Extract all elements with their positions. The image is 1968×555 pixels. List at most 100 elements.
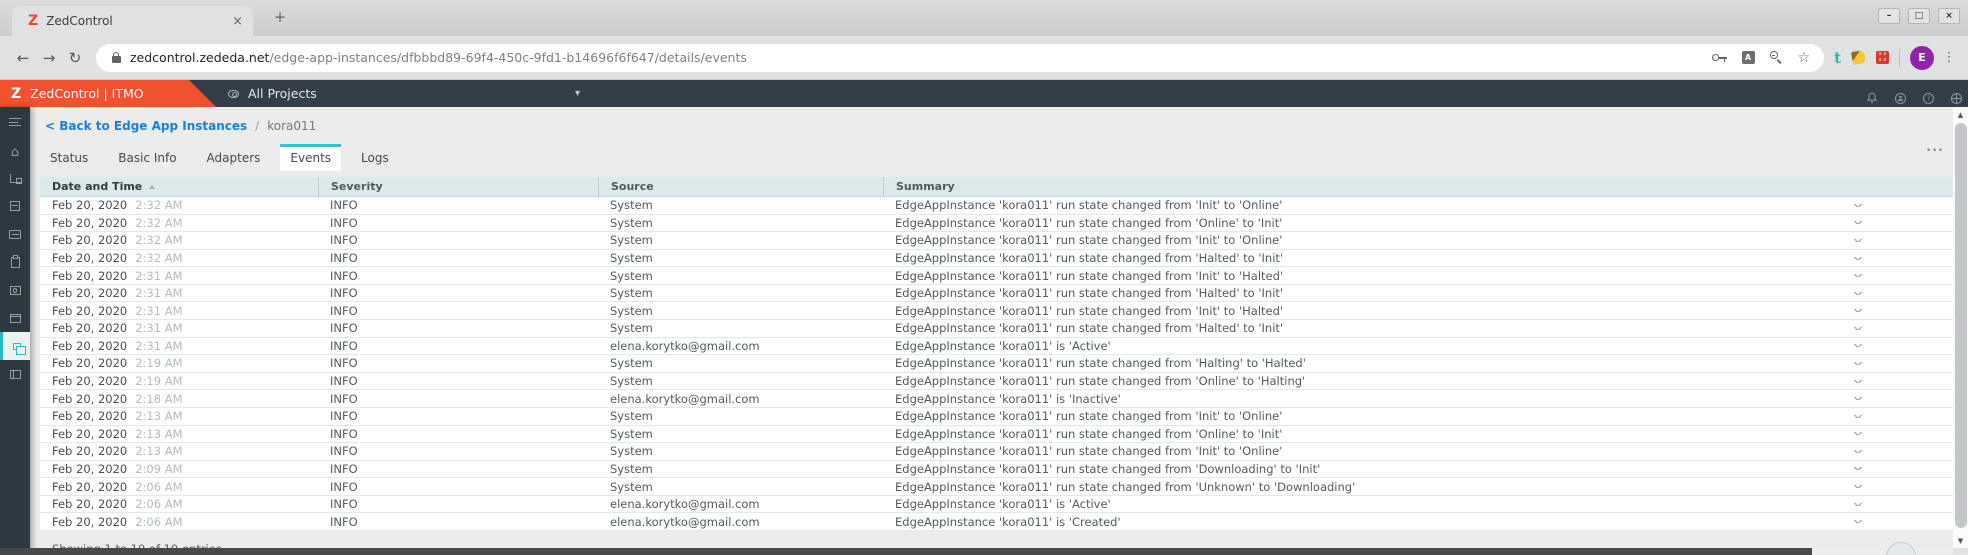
scroll-down-arrow-icon[interactable]: ▼: [1953, 537, 1968, 545]
cell-datetime: Feb 20, 20202:32 AM: [40, 216, 318, 230]
row-expand-chevron-icon[interactable]: [1854, 380, 1862, 383]
vertical-scrollbar[interactable]: ▲ ▼: [1953, 107, 1968, 548]
cell-source: System: [598, 251, 883, 265]
cell-severity: INFO: [318, 339, 598, 353]
column-header-source[interactable]: Source: [598, 177, 883, 196]
sidebar-item-image[interactable]: [0, 276, 30, 304]
cell-expand: [1853, 397, 1953, 400]
back-icon[interactable]: ←: [10, 49, 36, 67]
table-row: Feb 20, 20202:31 AMINFOSystemEdgeAppInst…: [40, 302, 1953, 320]
column-header-datetime[interactable]: Date and Time: [40, 177, 318, 196]
profile-avatar[interactable]: E: [1910, 46, 1934, 70]
browser-menu-icon[interactable]: ⋮: [1940, 50, 1958, 65]
column-header-summary[interactable]: Summary: [883, 177, 1853, 196]
row-expand-chevron-icon[interactable]: [1854, 467, 1862, 470]
date-text: Feb 20, 2020: [52, 374, 127, 388]
globe-icon[interactable]: [1951, 93, 1962, 104]
more-options-button[interactable]: ...: [1926, 140, 1944, 155]
row-expand-chevron-icon[interactable]: [1854, 503, 1862, 506]
row-expand-chevron-icon[interactable]: [1854, 362, 1862, 365]
tab-events[interactable]: Events: [280, 144, 341, 171]
cell-datetime: Feb 20, 20202:32 AM: [40, 198, 318, 212]
sidebar-item-clipboard[interactable]: [0, 248, 30, 276]
project-selector[interactable]: All Projects ▾: [228, 80, 580, 107]
date-text: Feb 20, 2020: [52, 409, 127, 423]
horizontal-scrollbar[interactable]: [0, 548, 1953, 555]
tab-logs[interactable]: Logs: [351, 144, 399, 171]
cell-summary: EdgeAppInstance 'kora011' run state chan…: [883, 216, 1853, 230]
tab-close-icon[interactable]: ×: [232, 14, 243, 29]
bell-icon[interactable]: [1866, 89, 1878, 108]
tab-status[interactable]: Status: [40, 144, 98, 171]
close-button[interactable]: ×: [1938, 8, 1960, 24]
row-expand-chevron-icon[interactable]: [1854, 520, 1862, 523]
row-expand-chevron-icon[interactable]: [1854, 397, 1862, 400]
row-expand-chevron-icon[interactable]: [1854, 485, 1862, 488]
translate-icon[interactable]: A: [1742, 51, 1755, 64]
sidebar-item-box[interactable]: [0, 192, 30, 220]
sidebar-item-home[interactable]: [0, 136, 30, 164]
zoom-out-icon[interactable]: [1770, 51, 1783, 64]
sidebar-item-node[interactable]: [0, 164, 30, 192]
row-expand-chevron-icon[interactable]: [1854, 221, 1862, 224]
date-text: Feb 20, 2020: [52, 321, 127, 335]
minimize-button[interactable]: –: [1878, 8, 1900, 24]
row-expand-chevron-icon[interactable]: [1854, 327, 1862, 330]
column-header-expand: [1853, 177, 1953, 196]
scroll-up-arrow-icon[interactable]: ▲: [1953, 111, 1968, 119]
sidebar-item-layers[interactable]: [0, 332, 30, 360]
password-key-icon[interactable]: [1712, 53, 1727, 62]
time-text: 2:31 AM: [135, 269, 182, 283]
broom-extension-icon[interactable]: [1851, 50, 1866, 65]
cell-summary: EdgeAppInstance 'kora011' run state chan…: [883, 251, 1853, 265]
row-expand-chevron-icon[interactable]: [1854, 309, 1862, 312]
red-x-extension-icon[interactable]: [1876, 51, 1889, 64]
cell-expand: [1853, 415, 1953, 418]
extension-t-icon[interactable]: t: [1834, 49, 1841, 67]
maximize-button[interactable]: □: [1908, 8, 1930, 24]
cell-source: System: [598, 286, 883, 300]
tab-basic-info[interactable]: Basic Info: [108, 144, 186, 171]
vertical-scrollbar-thumb[interactable]: [1955, 123, 1967, 528]
tab-adapters[interactable]: Adapters: [197, 144, 271, 171]
new-tab-button[interactable]: +: [268, 8, 292, 26]
row-expand-chevron-icon[interactable]: [1854, 257, 1862, 260]
user-circle-icon[interactable]: [1895, 93, 1906, 104]
table-row: Feb 20, 20202:06 AMINFOelena.korytko@gma…: [40, 496, 1953, 514]
help-icon[interactable]: ?: [1923, 93, 1934, 104]
table-row: Feb 20, 20202:09 AMINFOSystemEdgeAppInst…: [40, 461, 1953, 479]
cell-source: elena.korytko@gmail.com: [598, 392, 883, 406]
row-expand-chevron-icon[interactable]: [1854, 204, 1862, 207]
cell-severity: INFO: [318, 480, 598, 494]
sidebar-item-tray[interactable]: [0, 220, 30, 248]
sidebar-item-menu[interactable]: [0, 108, 30, 136]
bookmark-star-icon[interactable]: ☆: [1798, 51, 1811, 65]
cell-source: System: [598, 216, 883, 230]
row-expand-chevron-icon[interactable]: [1854, 450, 1862, 453]
horizontal-scrollbar-thumb[interactable]: [0, 548, 1812, 555]
cell-source: elena.korytko@gmail.com: [598, 339, 883, 353]
layers-icon: [13, 343, 21, 350]
tab-bar: Status Basic Info Adapters Events Logs: [40, 144, 1953, 171]
row-expand-chevron-icon[interactable]: [1854, 239, 1862, 242]
menu-icon: [9, 118, 21, 126]
cell-expand: [1853, 204, 1953, 207]
brand-banner: Z ZedControl | ITMO: [0, 80, 216, 107]
column-header-label: Date and Time: [52, 180, 142, 193]
back-to-instances-link[interactable]: < Back to Edge App Instances: [45, 119, 247, 133]
forward-icon[interactable]: →: [36, 49, 62, 67]
browser-tab[interactable]: Z ZedControl ×: [12, 6, 253, 36]
row-expand-chevron-icon[interactable]: [1854, 274, 1862, 277]
sidebar-item-window[interactable]: [0, 304, 30, 332]
sidebar-item-panel[interactable]: [0, 360, 30, 388]
row-expand-chevron-icon[interactable]: [1854, 432, 1862, 435]
row-expand-chevron-icon[interactable]: [1854, 344, 1862, 347]
column-header-severity[interactable]: Severity: [318, 177, 598, 196]
url-bar[interactable]: zedcontrol.zededa.net/edge-app-instances…: [96, 44, 1824, 72]
cell-severity: INFO: [318, 286, 598, 300]
cell-source: elena.korytko@gmail.com: [598, 515, 883, 529]
reload-icon[interactable]: ↻: [62, 49, 88, 67]
row-expand-chevron-icon[interactable]: [1854, 415, 1862, 418]
row-expand-chevron-icon[interactable]: [1854, 292, 1862, 295]
time-text: 2:18 AM: [135, 392, 182, 406]
